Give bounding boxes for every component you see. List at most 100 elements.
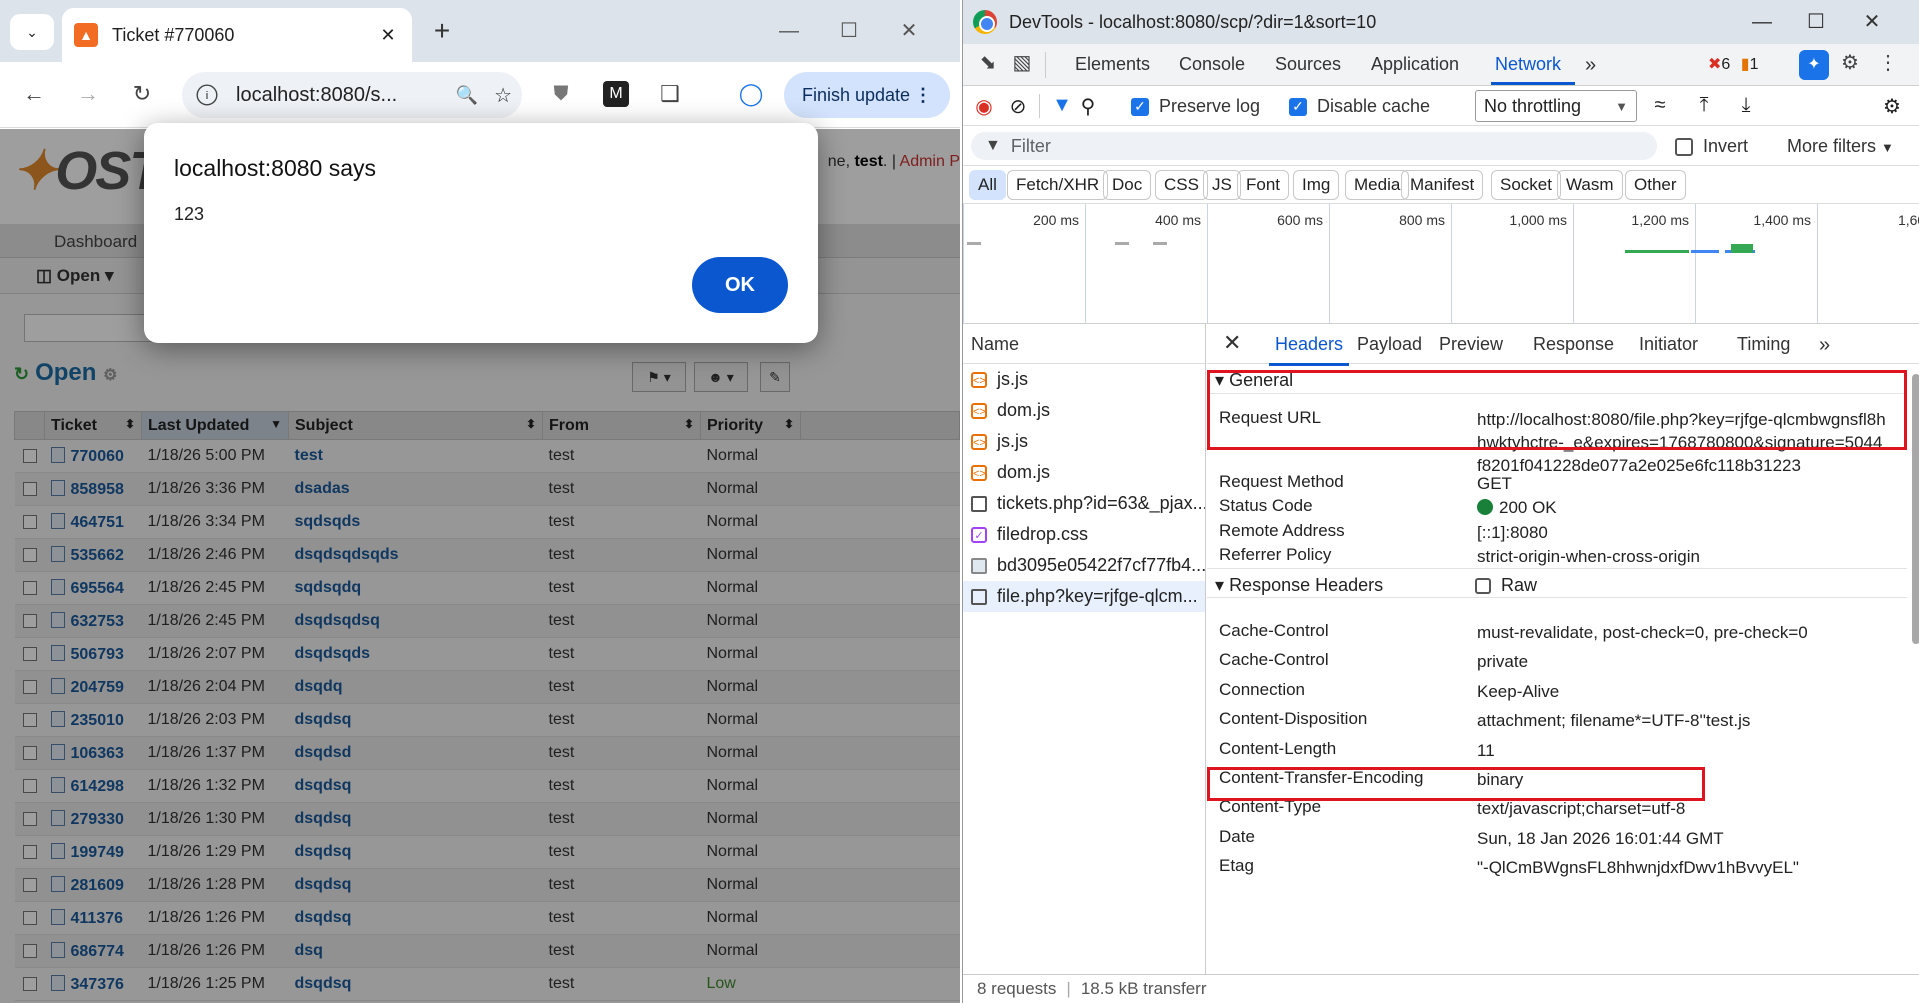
request-row[interactable]: <> dom.js — [963, 395, 1205, 426]
tab-response[interactable]: Response — [1533, 334, 1614, 355]
more-filters-dropdown[interactable]: More filters ▼ — [1787, 136, 1894, 157]
new-tab-button[interactable]: + — [424, 14, 460, 50]
header-key: Connection — [1219, 679, 1306, 699]
tab-search-button[interactable]: ⌄ — [10, 14, 54, 50]
timeline-tick-label: 1,000 ms — [1509, 212, 1567, 228]
maximize-icon[interactable]: ☐ — [824, 12, 874, 50]
browser-tab[interactable]: ▲ Ticket #770060 ✕ — [62, 8, 412, 62]
network-overview-timeline: 200 ms 400 ms 600 ms 800 ms 1,000 ms 1,200 ms… — [963, 204, 1919, 324]
tab-initiator[interactable]: Initiator — [1639, 334, 1698, 355]
settings-gear-icon[interactable]: ⚙ — [1835, 50, 1865, 75]
type-filter-manifest[interactable]: Manifest — [1401, 170, 1484, 200]
export-har-icon[interactable]: ⤓ — [1733, 94, 1759, 117]
network-status-bar: 8 requests | 18.5 kB transferr — [963, 974, 1919, 1003]
timeline-tick: 1,200 ms — [1573, 204, 1695, 324]
search-icon[interactable]: ⚲ — [1075, 94, 1101, 119]
tab-sources[interactable]: Sources — [1275, 54, 1341, 75]
raw-checkbox[interactable]: Raw — [1475, 575, 1537, 596]
tab-timing[interactable]: Timing — [1737, 334, 1790, 355]
type-filter-doc[interactable]: Doc — [1103, 170, 1152, 200]
type-filter-wasm[interactable]: Wasm — [1557, 170, 1623, 200]
disable-cache-checkbox[interactable]: ✓ Disable cache — [1289, 96, 1430, 117]
more-tabs-chevron-icon[interactable]: » — [1585, 54, 1596, 77]
request-row[interactable]: file.php?key=rjfge-qlcm... — [963, 581, 1205, 612]
details-scrollbar[interactable] — [1910, 364, 1919, 974]
close-details-icon[interactable]: ✕ — [1223, 330, 1241, 356]
info-icon[interactable]: i — [196, 84, 218, 106]
chrome-logo-icon — [973, 10, 997, 34]
close-window-icon[interactable]: ✕ — [884, 12, 934, 50]
zoom-icon[interactable]: 🔍 — [456, 85, 478, 106]
tab-preview[interactable]: Preview — [1439, 334, 1503, 355]
back-arrow-icon[interactable]: ← — [16, 76, 52, 112]
response-headers-section-header[interactable]: ▾ Response Headers Raw — [1207, 568, 1907, 598]
type-filter-font[interactable]: Font — [1237, 170, 1290, 200]
request-row[interactable]: bd3095e05422f7cf77fb4... — [963, 550, 1205, 581]
profile-avatar-icon[interactable]: ◯ — [733, 76, 769, 112]
close-tab-icon[interactable]: ✕ — [376, 25, 400, 46]
record-stop-icon[interactable]: ◉ — [971, 94, 997, 119]
more-filters-label: More filters — [1787, 136, 1877, 156]
address-bar[interactable]: i localhost:8080/s... 🔍 ☆ — [182, 72, 522, 118]
resource-type-filters: All Fetch/XHR Doc CSS JS Font Img Media Manifest… — [963, 166, 1919, 204]
name-column-header[interactable]: Name — [963, 324, 1205, 364]
ai-assistance-icon[interactable]: ✦ — [1799, 50, 1829, 80]
import-har-icon[interactable]: ⤒ — [1691, 94, 1717, 117]
throttling-select[interactable]: No throttling ▼ — [1475, 90, 1637, 122]
medium-extension-icon[interactable]: M — [603, 81, 629, 107]
inspect-element-icon[interactable]: ⬊ — [973, 50, 1003, 75]
invert-checkbox[interactable]: Invert — [1675, 136, 1748, 157]
finish-update-button[interactable]: Finish update ⋮ — [784, 72, 950, 118]
js-file-icon: <> — [971, 371, 987, 388]
preserve-log-checkbox[interactable]: ✓ Preserve log — [1131, 96, 1260, 117]
network-settings-gear-icon[interactable]: ⚙ — [1879, 94, 1905, 119]
scrollbar-thumb[interactable] — [1912, 374, 1919, 644]
request-name: filedrop.css — [997, 524, 1089, 544]
more-tabs-chevron-icon[interactable]: » — [1819, 334, 1830, 357]
request-row[interactable]: ✓ filedrop.css — [963, 519, 1205, 550]
tab-elements[interactable]: Elements — [1075, 54, 1150, 75]
timeline-tick: 1,600 — [1817, 204, 1919, 324]
device-toolbar-icon[interactable]: ▧ — [1007, 50, 1037, 75]
timeline-tick-label: 200 ms — [1033, 212, 1079, 228]
type-filter-media[interactable]: Media — [1345, 170, 1410, 200]
issues-badges[interactable]: ✖6 ▮1 — [1708, 54, 1758, 74]
reload-icon[interactable]: ↻ — [124, 76, 160, 112]
request-row[interactable]: <> dom.js — [963, 457, 1205, 488]
puzzle-extensions-icon[interactable]: ❑ — [652, 76, 688, 112]
clear-icon[interactable]: ⊘ — [1005, 94, 1031, 119]
dialog-ok-button[interactable]: OK — [692, 257, 788, 313]
request-url-highlight — [1207, 370, 1907, 450]
tab-headers[interactable]: Headers — [1268, 334, 1350, 366]
type-filter-all[interactable]: All — [969, 170, 1006, 200]
minimize-icon[interactable]: — — [764, 12, 814, 50]
detail-tabs: ✕ Headers Payload Preview Response Initi… — [1207, 324, 1919, 366]
kebab-menu-icon[interactable]: ⋮ — [1873, 50, 1903, 75]
request-row[interactable]: <> js.js — [963, 426, 1205, 457]
tab-application[interactable]: Application — [1371, 54, 1459, 75]
bookmark-star-icon[interactable]: ☆ — [494, 83, 512, 108]
request-row[interactable]: <> js.js — [963, 364, 1205, 395]
type-filter-img[interactable]: Img — [1293, 170, 1340, 200]
timeline-tick-label: 1,200 ms — [1631, 212, 1689, 228]
type-filter-other[interactable]: Other — [1625, 170, 1686, 200]
minimize-icon[interactable]: — — [1737, 4, 1787, 40]
request-row[interactable]: tickets.php?id=63&_pjax... — [963, 488, 1205, 519]
forward-arrow-icon[interactable]: → — [70, 76, 106, 112]
network-conditions-wifi-icon[interactable]: ≈ — [1647, 94, 1673, 117]
request-count: 8 requests — [977, 979, 1057, 998]
type-filter-js[interactable]: JS — [1203, 170, 1241, 200]
css-file-icon: ✓ — [971, 526, 987, 543]
filter-funnel-icon[interactable]: ▼ — [1049, 94, 1075, 117]
tab-console[interactable]: Console — [1179, 54, 1245, 75]
type-filter-fetchxhr[interactable]: Fetch/XHR — [1007, 170, 1109, 200]
type-filter-css[interactable]: CSS — [1155, 170, 1208, 200]
shield-extension-icon[interactable]: ⛊ — [543, 76, 579, 112]
filter-input[interactable]: ▼ Filter — [971, 132, 1657, 160]
kebab-menu-icon[interactable]: ⋮ — [914, 85, 932, 106]
tab-network[interactable]: Network — [1495, 54, 1561, 75]
tab-payload[interactable]: Payload — [1357, 334, 1422, 355]
maximize-icon[interactable]: ☐ — [1791, 4, 1841, 40]
type-filter-socket[interactable]: Socket — [1491, 170, 1561, 200]
close-window-icon[interactable]: ✕ — [1847, 4, 1897, 40]
